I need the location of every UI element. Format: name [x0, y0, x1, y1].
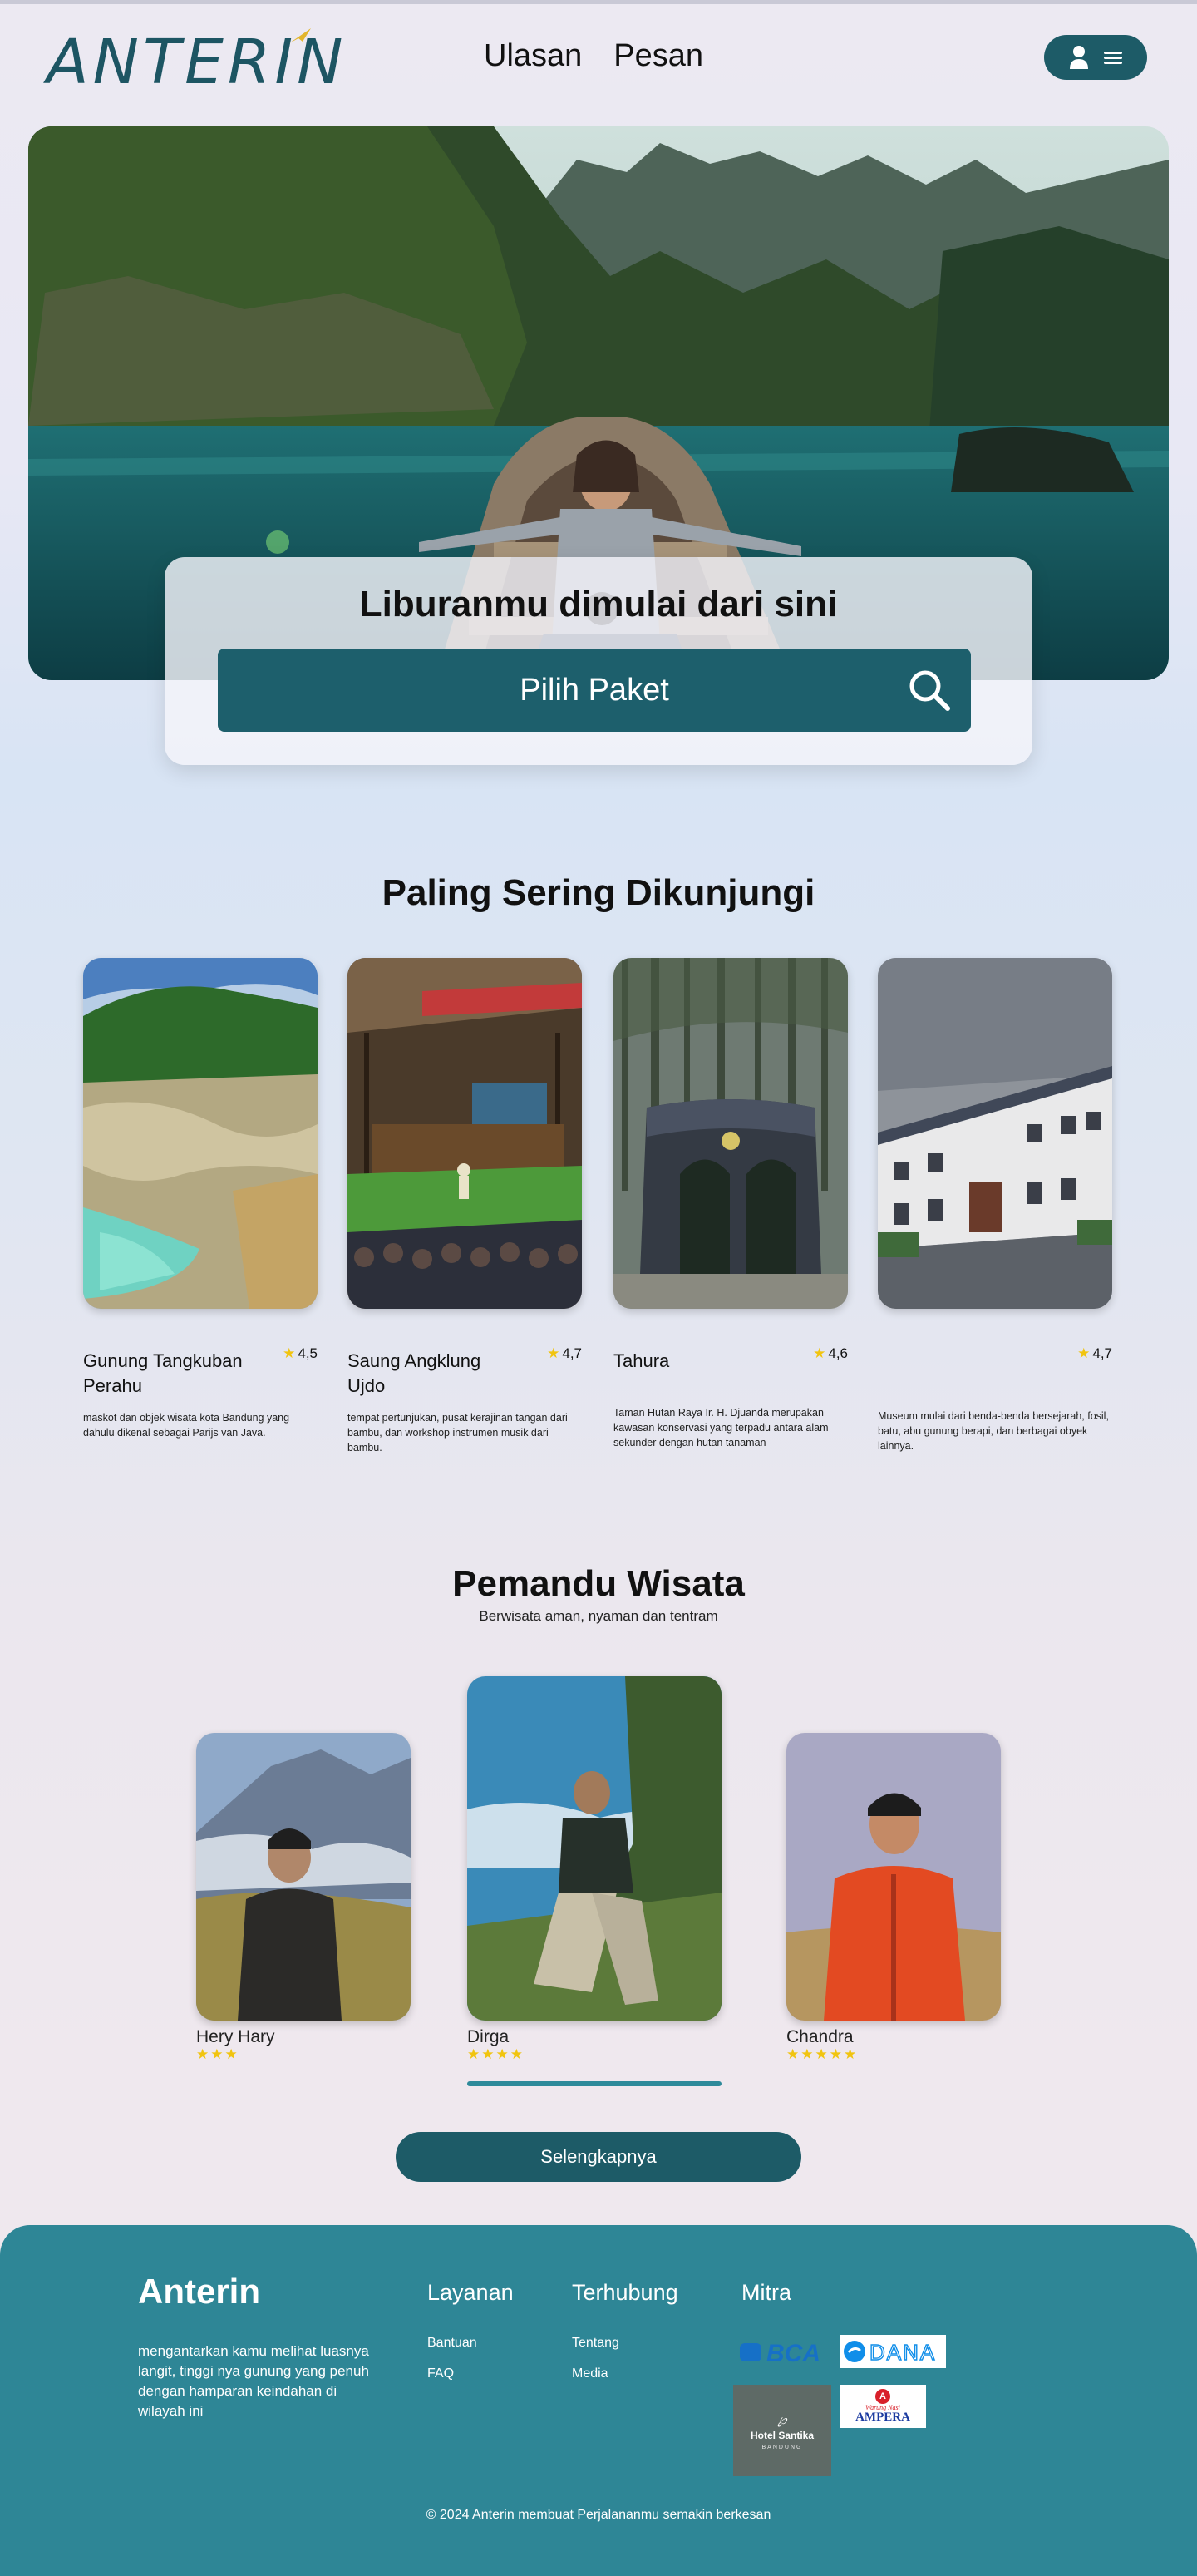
destination-image: [83, 958, 318, 1309]
footer-link-tentang[interactable]: Tentang: [572, 2336, 678, 2351]
destination-desc: Museum mulai dari benda-benda bersejarah…: [878, 1410, 1109, 1452]
footer-link-media[interactable]: Media: [572, 2366, 678, 2381]
footer-col-layanan: Layanan Bantuan FAQ: [427, 2280, 514, 2397]
destination-card[interactable]: ★ 4,7 Museum mulai dari benda-benda berse…: [878, 958, 1112, 1452]
star-icon: ★: [1077, 1345, 1091, 1361]
guide-name: Dirga: [467, 2027, 510, 2046]
footer: Anterin mengantarkan kamu melihat luasny…: [0, 2225, 1197, 2576]
destination-name: Gunung Tangkuban Perahu: [83, 1350, 243, 1396]
main-nav: Ulasan Pesan: [484, 38, 703, 74]
guide-card[interactable]: Chandra ★★★★★: [786, 1733, 1001, 2062]
hotel-monogram-icon: ℘: [777, 2412, 787, 2427]
guide-card[interactable]: Dirga ★★★★: [467, 1676, 722, 2062]
partner-hotel-santika-logo: ℘ Hotel Santika BANDUNG: [733, 2385, 831, 2476]
destination-rating: ★ 4,5: [283, 1345, 318, 1362]
partner-dana-text: DANA: [869, 2340, 936, 2365]
rating-value: 4,6: [828, 1345, 848, 1361]
destination-name: Saung Angklung Ujdo: [347, 1350, 481, 1396]
destination-card[interactable]: Saung Angklung Ujdo ★ 4,7 tempat pertunju…: [347, 958, 582, 1453]
partner-ampera-logo: A Warung Nasi AMPERA: [840, 2385, 926, 2428]
footer-description: mengantarkan kamu melihat luasnya langit…: [138, 2343, 369, 2419]
star-icon: ★: [283, 1345, 296, 1361]
rating-value: 4,5: [298, 1345, 318, 1361]
footer-brand: Anterin: [138, 2272, 260, 2311]
destination-desc: tempat pertunjukan, pusat kerajinan tang…: [347, 1412, 568, 1453]
guide-card[interactable]: Hery Hary ★★★: [196, 1733, 411, 2062]
destination-image: [347, 958, 582, 1309]
nav-pesan[interactable]: Pesan: [613, 38, 703, 74]
destination-rating: ★ 4,6: [813, 1345, 848, 1362]
footer-col-title: Terhubung: [572, 2280, 678, 2305]
rating-value: 4,7: [1092, 1345, 1112, 1361]
package-search-button[interactable]: Pilih Paket: [218, 649, 971, 732]
package-search-label: Pilih Paket: [520, 672, 669, 708]
user-icon: [1070, 46, 1088, 69]
footer-col-title: Mitra: [741, 2280, 791, 2305]
ampera-name: AMPERA: [855, 2411, 910, 2424]
destination-name: Tahura: [613, 1350, 670, 1371]
plane-icon: [289, 28, 311, 43]
guide-photo: [467, 1676, 722, 2021]
guide-name: Hery Hary: [196, 2027, 275, 2046]
footer-link-faq[interactable]: FAQ: [427, 2366, 514, 2381]
star-icon: ★: [813, 1345, 826, 1361]
logo[interactable]: ANTERIN: [47, 25, 343, 93]
user-menu-button[interactable]: [1044, 35, 1147, 80]
footer-copyright: © 2024 Anterin membuat Perjalananmu sema…: [426, 2508, 771, 2522]
star-icon: ★: [547, 1345, 560, 1361]
top-border: [0, 0, 1197, 4]
see-more-button[interactable]: Selengkapnya: [396, 2132, 801, 2182]
hero-title: Liburanmu dimulai dari sini: [359, 584, 838, 624]
partner-bca-text: BCA: [766, 2340, 820, 2367]
carousel-indicator[interactable]: [467, 2081, 722, 2086]
destination-rating: ★ 4,7: [1077, 1345, 1112, 1362]
guide-rating-stars: ★★★: [196, 2046, 239, 2063]
destination-desc: Taman Hutan Raya Ir. H. Djuanda merupaka…: [613, 1407, 829, 1448]
destination-rating: ★ 4,7: [547, 1345, 582, 1362]
guide-photo: [196, 1733, 411, 2021]
hero-search-card: Liburanmu dimulai dari sini Pilih Paket: [165, 557, 1032, 765]
guide-rating-stars: ★★★★: [467, 2046, 525, 2063]
guide-photo: [786, 1733, 1001, 2021]
rating-value: 4,7: [562, 1345, 582, 1361]
hotel-city: BANDUNG: [761, 2444, 803, 2450]
partner-bca-logo: BCA: [736, 2335, 831, 2368]
destination-image: [613, 958, 848, 1309]
destination-card[interactable]: Gunung Tangkuban Perahu ★ 4,5 maskot dan …: [83, 958, 318, 1439]
partner-dana-logo: DANA: [840, 2335, 946, 2368]
destination-card[interactable]: Tahura ★ 4,6 Taman Hutan Raya Ir. H. Djua…: [613, 958, 848, 1448]
footer-col-title: Layanan: [427, 2280, 514, 2305]
search-icon: [909, 670, 950, 711]
nav-ulasan[interactable]: Ulasan: [484, 38, 582, 74]
popular-title: Paling Sering Dikunjungi: [382, 872, 815, 913]
menu-icon: [1104, 52, 1122, 64]
guide-name: Chandra: [786, 2027, 854, 2046]
destination-desc: maskot dan objek wisata kota Bandung yan…: [83, 1412, 290, 1439]
guide-rating-stars: ★★★★★: [786, 2046, 859, 2063]
ampera-badge-icon: A: [875, 2389, 890, 2404]
guides-subtitle: Berwisata aman, nyaman dan tentram: [479, 1608, 718, 1624]
guides-title: Pemandu Wisata: [452, 1563, 745, 1604]
footer-col-mitra: Mitra: [741, 2280, 791, 2336]
footer-link-bantuan[interactable]: Bantuan: [427, 2336, 514, 2351]
hotel-name: Hotel Santika: [750, 2429, 815, 2441]
footer-col-terhubung: Terhubung Tentang Media: [572, 2280, 678, 2397]
destination-image: [878, 958, 1112, 1309]
